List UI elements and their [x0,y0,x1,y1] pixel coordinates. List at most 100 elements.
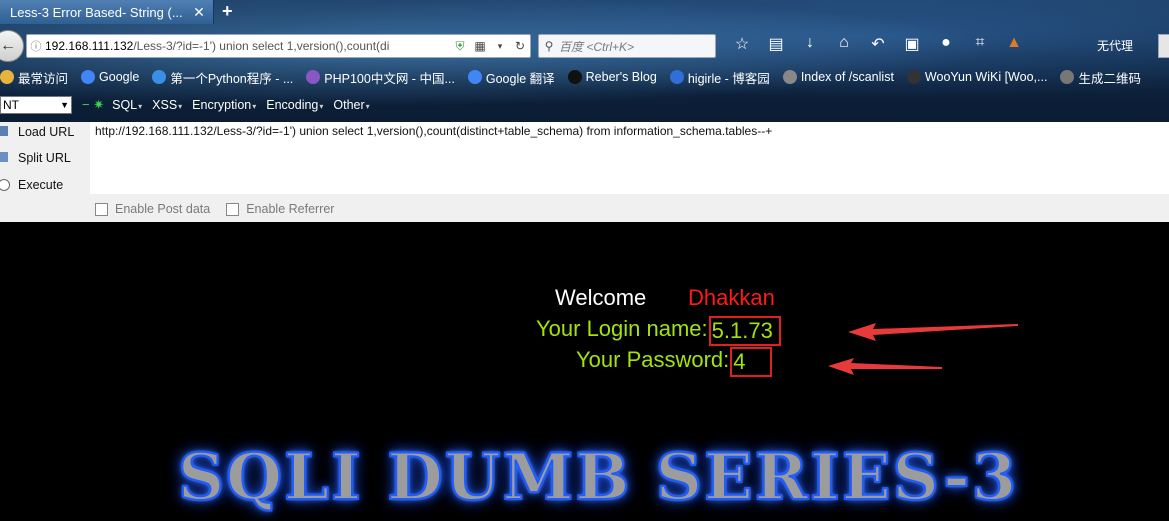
new-tab-button[interactable]: + [222,1,233,22]
green-star-icon: − ✷ [82,97,105,112]
dropdown-icon[interactable]: ▾ [490,41,510,52]
back-button[interactable]: ← [0,30,24,62]
rocket-icon [152,70,167,84]
qr-code-icon[interactable]: ▦ [470,39,490,53]
search-placeholder: 百度 <Ctrl+K> [559,39,635,54]
welcome-text: Welcome [555,285,647,310]
split-url-icon [0,152,8,162]
referrer-checkbox[interactable] [226,202,240,216]
search-box[interactable]: ⚲ 百度 <Ctrl+K> [538,34,716,58]
download-icon[interactable]: ↓ [793,34,827,54]
reading-list-icon[interactable]: ▤ [759,34,793,54]
post-data-label: Enable Post data [115,202,211,216]
bookmark-label: Google [99,70,140,84]
menu-other[interactable]: Other [333,98,369,112]
menu-xss[interactable]: XSS [152,98,182,112]
url-text[interactable]: 192.168.111.132/Less-3/?id=-1') union se… [45,39,450,53]
sqli-dumb-series-banner: SQLI DUMB SERIES-3 [177,439,1019,516]
bookmark-label: PHP100中文网 - 中国... [324,71,455,86]
wooyun-icon [906,70,921,84]
screenshot-icon[interactable]: ▣ [895,34,929,54]
hackbar-url-textarea[interactable]: http://192.168.111.132/Less-3/?id=-1') u… [90,122,1169,194]
menu-sql[interactable]: SQL [112,98,142,112]
php-icon [306,70,321,84]
load-url-icon [0,126,8,136]
bookmark-item[interactable]: Reber's Blog [567,70,657,84]
login-name-label: Your Login name: [536,316,708,341]
post-data-checkbox[interactable] [95,202,108,216]
page-content: Welcome Dhakkan Your Login name: 5.1.73 … [0,222,1169,521]
load-url-label: Load URL [18,125,75,139]
crop-icon[interactable]: ⌗ [963,34,997,54]
number-5-icon [567,70,582,84]
user-name: Dhakkan [688,285,775,310]
hackbar-actions: Load URL Split URL Execute [0,122,90,194]
bookmark-item[interactable]: 生成二维码 [1060,68,1141,87]
undo-icon[interactable]: ↶ [861,34,895,54]
google-icon [81,70,96,84]
split-url-button[interactable]: Split URL [0,151,71,165]
page-icon [782,70,797,84]
bookmark-label: Reber's Blog [585,70,657,84]
bookmark-label: Index of /scanlist [800,70,894,84]
hackbar-toolbar: NT ▼ − ✷ SQL XSS Encryption Encoding Oth… [0,94,1169,116]
star-icon[interactable]: ☆ [725,34,759,54]
navigation-toolbar: ← ⓘ 192.168.111.132/Less-3/?id=-1') unio… [0,30,1169,62]
search-icon: ⚲ [544,39,554,53]
referrer-label: Enable Referrer [246,202,335,216]
bookmark-item[interactable]: PHP100中文网 - 中国... [306,68,455,87]
bookmark-item[interactable]: Index of /scanlist [782,70,894,84]
post-data-option[interactable]: Enable Post data [95,202,210,216]
hackbar-options: Enable Post data Enable Referrer [95,202,350,216]
execute-button[interactable]: Execute [0,178,64,192]
execute-icon [0,179,10,191]
chat-icon[interactable]: ● [929,34,963,54]
menu-encoding[interactable]: Encoding [266,98,323,112]
browser-chrome: Less-3 Error Based- String (... ✕ + ← ⓘ … [0,0,1169,122]
password-row: Your Password: 4 [576,347,773,377]
password-value: 4 [730,347,773,377]
bookmark-label: WooYun WiKi [Woo,... [924,70,1048,84]
menu-encryption[interactable]: Encryption [192,98,256,112]
globe-icon [669,70,684,84]
arrow-annotation-1 [848,323,1018,341]
info-icon[interactable]: ⓘ [27,38,45,54]
shield-icon[interactable]: ⛨ [450,39,470,54]
hackbar-panel: Load URL Split URL Execute http://192.16… [0,122,1169,223]
tab-active[interactable]: Less-3 Error Based- String (... ✕ [0,0,214,24]
login-name-row: Your Login name: 5.1.73 [536,316,781,346]
load-url-button[interactable]: Load URL [0,125,75,139]
execute-label: Execute [18,178,64,192]
proxy-menu[interactable]: 无代理 [1097,37,1133,54]
hackbar-select-value: NT [3,98,19,112]
bookmark-item[interactable]: WooYun WiKi [Woo,... [906,70,1048,84]
bookmark-label: 第一个Python程序 - ... [170,71,294,86]
tab-title: Less-3 Error Based- String (... [10,4,183,20]
bookmark-item[interactable]: 第一个Python程序 - ... [152,68,293,87]
toolbar-icons: ☆ ▤ ↓ ⌂ ↶ ▣ ● ⌗ ▲ [725,34,1031,54]
arrow-annotation-2 [828,358,942,375]
password-label: Your Password: [576,347,730,372]
bookmark-item[interactable]: Google [81,70,139,84]
login-name-value: 5.1.73 [708,316,781,346]
url-host: 192.168.111.132 [45,39,134,53]
scroll-stub [1158,34,1169,58]
bookmark-label: 最常访问 [18,71,69,86]
bookmark-item[interactable]: 最常访问 [0,68,68,87]
bookmark-label: 生成二维码 [1078,71,1141,86]
extension-icon[interactable]: ▲ [997,34,1031,54]
bookmark-item[interactable]: higirle - 博客园 [669,68,770,87]
reload-icon[interactable]: ↻ [510,39,530,53]
chevron-down-icon: ▼ [60,100,69,110]
bookmarks-bar: 最常访问 Google 第一个Python程序 - ... PHP100中文网 - 中… [0,66,1169,88]
url-bar[interactable]: ⓘ 192.168.111.132/Less-3/?id=-1') union … [26,34,531,58]
folder-icon [0,70,14,84]
bookmark-item[interactable]: Google 翻译 [467,68,555,87]
close-icon[interactable]: ✕ [190,4,208,21]
google-translate-icon [467,70,482,84]
referrer-option[interactable]: Enable Referrer [226,202,334,216]
hackbar-select[interactable]: NT ▼ [0,96,72,114]
globe-icon [1060,70,1075,84]
home-icon[interactable]: ⌂ [827,34,861,54]
bookmark-label: higirle - 博客园 [687,71,770,86]
